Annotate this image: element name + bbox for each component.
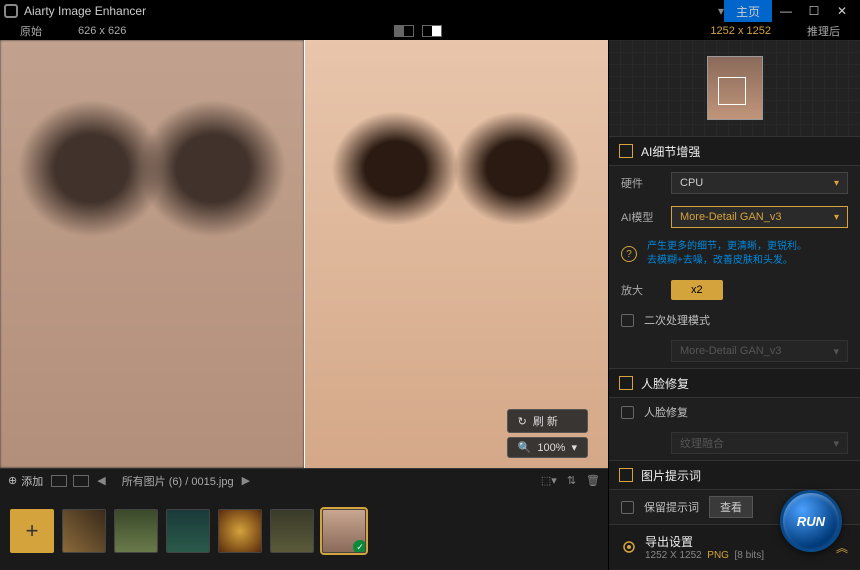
view-prompt-button[interactable]: 查看 — [709, 496, 753, 518]
face-repair-checkbox[interactable] — [621, 406, 634, 419]
model-select[interactable]: More-Detail GAN_v3 ▾ — [671, 206, 848, 228]
scale-label: 放大 — [621, 282, 661, 298]
gear-icon — [621, 539, 637, 555]
keep-prompt-checkbox[interactable] — [621, 501, 634, 514]
thumbnail-item[interactable] — [218, 509, 262, 553]
model-description: 产生更多的细节，更清晰，更锐利。 去模糊+去噪，改善皮肤和头发。 — [647, 240, 807, 268]
chevron-down-icon: ▾ — [834, 178, 839, 189]
secondary-checkbox[interactable] — [621, 314, 634, 327]
compare-mode-side-icon[interactable] — [422, 25, 442, 37]
run-button[interactable]: RUN — [780, 490, 842, 552]
thumbnail-item[interactable] — [322, 509, 366, 553]
section-prompt: 图片提示词 — [609, 460, 860, 490]
compare-mode-split-icon[interactable] — [394, 25, 414, 37]
chevron-down-icon: ▾ — [834, 212, 839, 223]
grid-view-icon[interactable] — [51, 475, 67, 487]
chevron-down-icon: ▾ — [833, 437, 839, 450]
thumbnail-add[interactable]: + — [10, 509, 54, 553]
navigator-panel[interactable] — [609, 40, 860, 136]
enhanced-dimensions: 1252 x 1252 — [694, 25, 787, 37]
enhance-icon — [619, 144, 633, 158]
sort-icon[interactable]: ⇅ — [567, 474, 576, 487]
original-dimensions: 626 x 626 — [62, 25, 142, 37]
home-button[interactable]: 主页 — [724, 0, 772, 22]
chevron-down-icon: ▾ — [571, 441, 577, 454]
section-detail-enhance: AI细节增强 — [609, 136, 860, 166]
prompt-icon — [619, 468, 633, 482]
nav-prev-icon[interactable]: ◀ — [97, 474, 105, 487]
thumbnail-item[interactable] — [62, 509, 106, 553]
nav-next-icon[interactable]: ▶ — [242, 474, 250, 487]
thumbnail-item[interactable] — [166, 509, 210, 553]
face-icon — [619, 376, 633, 390]
compare-slider[interactable] — [304, 40, 305, 468]
preview-original — [0, 40, 304, 468]
original-label: 原始 — [0, 23, 62, 39]
hardware-select[interactable]: CPU ▾ — [671, 172, 848, 194]
thumbnail-item[interactable] — [114, 509, 158, 553]
export-info: 1252 X 1252 PNG [8 bits] — [645, 550, 828, 561]
after-label: 推理后 — [787, 23, 860, 39]
maximize-button[interactable]: ☐ — [800, 0, 828, 22]
chevron-up-icon: ︽ — [836, 539, 848, 556]
face-repair-label: 人脸修复 — [644, 404, 688, 420]
zoom-icon: 🔍 — [518, 441, 532, 454]
close-button[interactable]: ✕ — [828, 0, 856, 22]
preview-enhanced — [304, 40, 608, 468]
app-title: Aiarty Image Enhancer — [24, 4, 714, 18]
add-button[interactable]: ⊕ 添加 — [8, 473, 43, 489]
thumbnail-item[interactable] — [270, 509, 314, 553]
secondary-select: More-Detail GAN_v3 ▾ — [671, 340, 848, 362]
thumbnail-strip: + — [0, 492, 608, 570]
blend-select: 纹理融合 ▾ — [671, 432, 848, 454]
help-icon[interactable]: ? — [621, 246, 637, 262]
plus-icon: ⊕ — [8, 474, 17, 487]
navigator-thumbnail — [707, 56, 763, 120]
refresh-button[interactable]: ↻ 刷 新 — [507, 409, 588, 433]
chevron-down-icon: ▾ — [833, 345, 839, 358]
delete-icon[interactable]: 🗑 — [586, 474, 600, 487]
hardware-label: 硬件 — [621, 175, 661, 191]
minimize-button[interactable]: — — [772, 0, 800, 22]
app-logo-icon — [4, 4, 18, 18]
list-view-icon[interactable] — [73, 475, 89, 487]
refresh-icon: ↻ — [518, 415, 527, 428]
section-face-repair: 人脸修复 — [609, 368, 860, 398]
breadcrumb: 所有图片 (6) / 0015.jpg — [122, 473, 234, 489]
secondary-label: 二次处理模式 — [644, 312, 710, 328]
image-icon[interactable]: ⬚▾ — [541, 474, 557, 487]
scale-button[interactable]: x2 — [671, 280, 723, 300]
navigator-viewport[interactable] — [718, 77, 746, 105]
keep-prompt-label: 保留提示词 — [644, 499, 699, 515]
model-label: AI模型 — [621, 209, 661, 225]
zoom-control[interactable]: 🔍 100% ▾ — [507, 437, 588, 458]
preview-area[interactable]: ↻ 刷 新 🔍 100% ▾ — [0, 40, 608, 468]
